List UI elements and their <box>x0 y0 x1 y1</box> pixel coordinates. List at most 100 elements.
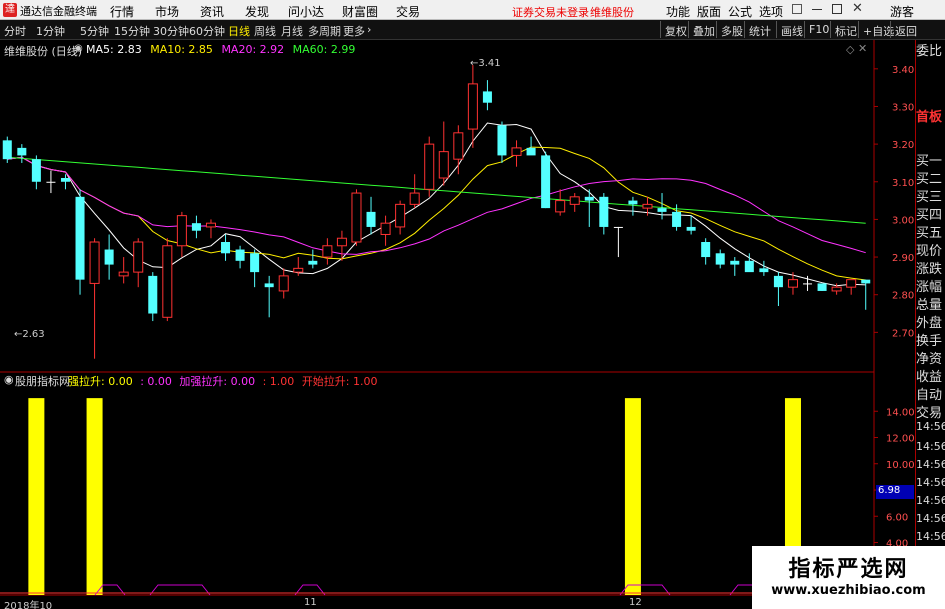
ind-y-tick-label: 6.00 <box>886 512 908 523</box>
candle-body-flat <box>613 226 623 228</box>
candle-body-down <box>264 283 274 288</box>
right-panel-label: 现价 <box>916 244 943 258</box>
right-panel-label: 净资 <box>916 352 943 366</box>
period-tab-daily[interactable]: 日线 <box>228 23 250 39</box>
guest-label[interactable]: 游客 <box>890 3 914 20</box>
period-tab-more[interactable]: 更多 <box>343 23 365 39</box>
watermark-title: 指标严选网 <box>788 557 909 582</box>
right-panel-label[interactable]: 交易 <box>916 402 945 420</box>
candle-body-up <box>409 192 420 205</box>
y-tick-label: 3.40 <box>892 65 914 76</box>
right-panel-label: 首板 <box>916 110 943 125</box>
right-panel-label: 买一 <box>916 154 943 168</box>
candle-body-down <box>861 279 871 284</box>
period-tab-5min[interactable]: 5分钟 <box>80 23 109 39</box>
login-notice[interactable]: 证券交易未登录 <box>512 4 589 20</box>
y-tick-label: 2.70 <box>892 328 914 339</box>
menu-quotes[interactable]: 行情 <box>110 3 134 20</box>
menu-function[interactable]: 功能 <box>666 3 690 20</box>
period-tab-weekly[interactable]: 周线 <box>254 23 276 39</box>
candle-body-down <box>235 249 245 261</box>
menu-layout[interactable]: 版面 <box>697 3 721 20</box>
f10-button[interactable]: F10 <box>804 21 833 38</box>
ma5-label: MA5: 2.83 <box>86 43 142 56</box>
multi-stock-button[interactable]: 多股 <box>716 21 747 38</box>
candles-layer <box>2 65 871 359</box>
minimize-icon[interactable] <box>812 9 822 10</box>
right-panel-label[interactable]: 14:56 <box>916 494 945 512</box>
menu-options[interactable]: 选项 <box>759 3 783 20</box>
ind-value-b: : 1.00 <box>262 375 295 388</box>
candle-body-down <box>2 140 12 160</box>
back-button[interactable]: 返回 <box>890 21 921 38</box>
candle-body-down <box>541 155 551 209</box>
candle-body-down <box>628 200 638 205</box>
window-icon[interactable] <box>792 4 802 14</box>
candle-body-down <box>221 242 231 254</box>
settings-icon[interactable]: ◉ <box>74 43 83 54</box>
candle-body-flat <box>46 181 56 183</box>
chevron-right-icon[interactable]: › <box>367 23 371 36</box>
period-tab-intraday[interactable]: 分时 <box>4 23 26 39</box>
axis-layer: 3.40 3.30 3.20 3.10 3.00 2.90 2.80 2.70 14.00 12.… <box>874 65 915 550</box>
ind-value-a: : 0.00 <box>140 375 172 388</box>
period-tab-multi[interactable]: 多周期 <box>308 23 341 39</box>
menu-discover[interactable]: 发现 <box>245 3 269 20</box>
chart-title: 维维股份 (日线) <box>4 45 83 58</box>
candle-body-up <box>380 222 391 235</box>
candle-body-down <box>715 253 725 265</box>
watermark: 指标严选网 www.xuezhibiao.com <box>752 546 945 609</box>
candle-body-up <box>511 147 522 156</box>
right-panel-label: 买四 <box>916 208 943 222</box>
menu-ask[interactable]: 问小达 <box>288 3 324 20</box>
ind-strong-pull: 强拉升: 0.00 <box>68 375 133 388</box>
menu-trade[interactable]: 交易 <box>396 3 420 20</box>
candle-body-up <box>176 215 187 247</box>
stock-name-title: 维维股份 <box>590 6 634 19</box>
low-price-label: ←2.63 <box>14 329 45 340</box>
overlay-button[interactable]: 叠加 <box>688 21 719 38</box>
menu-news[interactable]: 资讯 <box>200 3 224 20</box>
period-tab-1min[interactable]: 1分钟 <box>36 23 65 39</box>
period-tab-30min[interactable]: 30分钟 <box>153 23 189 39</box>
right-panel-label[interactable]: 14:56 <box>916 476 945 494</box>
right-panel-label[interactable]: 14:56 <box>916 440 945 458</box>
adjust-button[interactable]: 复权 <box>660 21 691 38</box>
candle-body-down <box>773 275 783 288</box>
close-chart-icon[interactable]: ✕ <box>858 42 867 55</box>
high-price-label: ←3.41 <box>470 58 501 69</box>
diamond-icon[interactable]: ◇ <box>846 43 854 56</box>
mark-button[interactable]: 标记 <box>830 21 861 38</box>
kline-chart-area[interactable]: 3.40 3.30 3.20 3.10 3.00 2.90 2.80 2.70 14.00 12.… <box>0 40 915 609</box>
statistics-button[interactable]: 统计 <box>744 21 775 38</box>
ind-enhanced-pull: 加强拉升: 0.00 <box>179 375 256 388</box>
period-tab-15min[interactable]: 15分钟 <box>114 23 150 39</box>
right-panel-label[interactable]: 14:56 <box>916 420 945 438</box>
candle-body-up <box>351 192 362 243</box>
right-panel-label: 买五 <box>916 226 943 240</box>
candle-body-up <box>336 237 347 247</box>
menu-wealth[interactable]: 财富圈 <box>342 3 378 20</box>
right-panel-label[interactable]: 14:56 <box>916 512 945 530</box>
candle-body-down <box>599 196 609 227</box>
right-panel-label[interactable]: 自动 <box>916 384 945 402</box>
indicator-settings-icon[interactable]: ◉ <box>4 373 14 386</box>
strong-pull-bar <box>28 398 45 595</box>
ma60-line <box>7 156 866 224</box>
close-icon[interactable]: ✕ <box>852 1 863 16</box>
draw-line-button[interactable]: 画线 <box>776 21 807 38</box>
candle-body-up <box>278 275 289 292</box>
candle-body-down <box>482 91 492 103</box>
menu-market[interactable]: 市场 <box>155 3 179 20</box>
candle-body-up <box>569 196 580 205</box>
app-logo-icon: 達 <box>3 3 17 17</box>
maximize-icon[interactable] <box>832 4 842 14</box>
indicator-title: 股朋指标网 <box>15 375 70 388</box>
menu-formula[interactable]: 公式 <box>728 3 752 20</box>
candle-body-up <box>453 132 464 160</box>
period-tab-60min[interactable]: 60分钟 <box>189 23 225 39</box>
period-tab-monthly[interactable]: 月线 <box>281 23 303 39</box>
right-panel-label[interactable]: 14:56 <box>916 458 945 476</box>
candle-body-down <box>60 178 70 182</box>
chart-svg[interactable]: 3.40 3.30 3.20 3.10 3.00 2.90 2.80 2.70 14.00 12.… <box>0 40 915 609</box>
